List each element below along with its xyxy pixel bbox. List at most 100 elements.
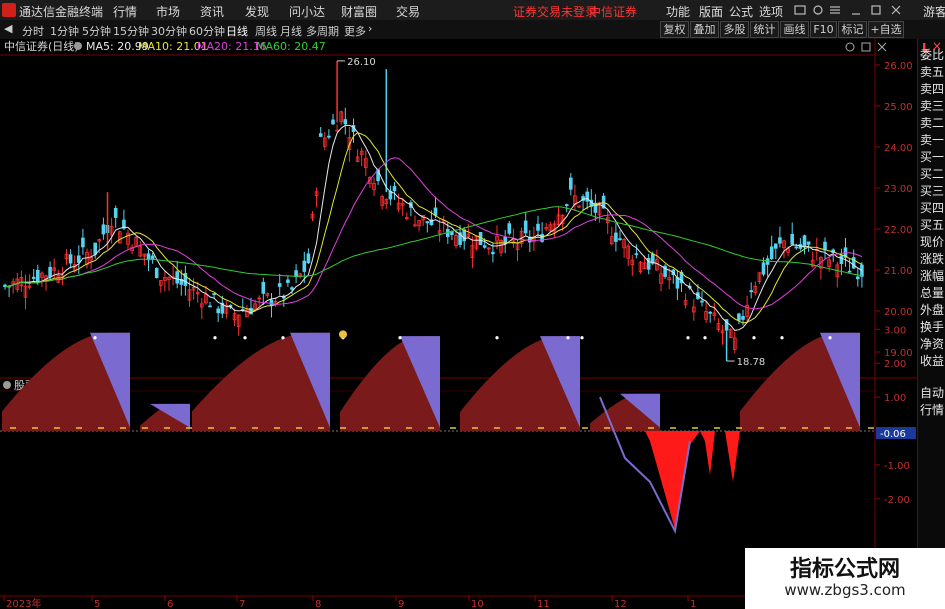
price-tick-label: 23.00 bbox=[884, 184, 913, 195]
period-tab-daily[interactable]: 日线 bbox=[226, 23, 248, 39]
period-tab-1min[interactable]: 1分钟 bbox=[50, 23, 79, 39]
sidebar-item-volume: 总量 bbox=[920, 286, 945, 300]
chevron-right-icon[interactable]: › bbox=[368, 22, 372, 35]
candle-body bbox=[482, 245, 487, 248]
current-value-label: -0.06 bbox=[880, 429, 906, 440]
candle-body bbox=[806, 241, 811, 245]
price-tick-label: 21.00 bbox=[884, 266, 913, 277]
menu-item-news[interactable]: 资讯 bbox=[200, 3, 224, 20]
candle-body bbox=[175, 271, 180, 284]
high-price-label: 26.10 bbox=[347, 57, 376, 68]
candle-body bbox=[113, 208, 118, 218]
settings-gear-icon[interactable] bbox=[74, 42, 82, 50]
price-tick-label: 24.00 bbox=[884, 143, 913, 154]
candle-body bbox=[708, 311, 712, 314]
guest-label[interactable]: 游客 bbox=[923, 3, 945, 20]
candle-body bbox=[327, 135, 331, 138]
period-tab-weekly[interactable]: 周线 bbox=[255, 23, 277, 39]
candle-body bbox=[81, 237, 85, 248]
sidebar-item-bid1: 买一 bbox=[920, 150, 945, 164]
candle-body bbox=[700, 300, 704, 303]
maximize-icon[interactable] bbox=[871, 5, 881, 15]
price-tick-label: 26.00 bbox=[884, 61, 913, 72]
sidebar-quotes[interactable]: 行情 bbox=[920, 402, 945, 418]
candle-body bbox=[507, 223, 512, 234]
candle-body bbox=[478, 232, 483, 246]
x-tick-label: 2023年 bbox=[6, 597, 41, 609]
price-tick-label: 19.00 bbox=[884, 348, 913, 359]
candle-body bbox=[216, 308, 221, 314]
candle-body bbox=[392, 186, 397, 192]
period-tab-60min[interactable]: 60分钟 bbox=[189, 23, 225, 39]
candle-body bbox=[208, 305, 212, 308]
period-tab-30min[interactable]: 30分钟 bbox=[151, 23, 187, 39]
menu-options[interactable]: 选项 bbox=[759, 3, 783, 20]
peak-dot bbox=[780, 336, 784, 340]
candle-body bbox=[778, 237, 782, 244]
candle-body bbox=[331, 119, 335, 125]
sidebar-auto[interactable]: 自动 bbox=[920, 385, 945, 401]
overlay-button[interactable]: 叠加 bbox=[690, 21, 719, 38]
statistics-button[interactable]: 统计 bbox=[750, 21, 779, 38]
candle-body bbox=[31, 276, 36, 279]
menu-item-wealth[interactable]: 财富圈 bbox=[341, 3, 377, 20]
x-tick-label: 10 bbox=[471, 599, 484, 609]
peak-dot bbox=[213, 336, 217, 340]
broker-name[interactable]: 中信证券 bbox=[589, 3, 637, 20]
watermark-title: 指标公式网 bbox=[789, 557, 900, 582]
menu-function[interactable]: 功能 bbox=[666, 3, 690, 20]
add-favorite-button[interactable]: +自选 bbox=[868, 21, 904, 38]
candle-body bbox=[823, 241, 827, 251]
sidebar-item-outer: 外盘 bbox=[920, 303, 945, 317]
adjust-button[interactable]: 复权 bbox=[660, 21, 689, 38]
candle-body bbox=[523, 220, 528, 234]
menu-item-ask[interactable]: 问小达 bbox=[289, 3, 325, 20]
period-tab-15min[interactable]: 15分钟 bbox=[113, 23, 149, 39]
mark-button[interactable]: 标记 bbox=[838, 21, 867, 38]
app-title: 通达信金融终端 bbox=[19, 5, 104, 19]
multi-stock-button[interactable]: 多股 bbox=[720, 21, 749, 38]
screen-icon[interactable] bbox=[794, 5, 806, 15]
nav-left-icon[interactable]: ◀ bbox=[4, 22, 12, 35]
menu-item-quotes[interactable]: 行情 bbox=[113, 3, 137, 20]
sidebar-item-earnings: 收益 bbox=[920, 354, 945, 368]
menu-formula[interactable]: 公式 bbox=[729, 3, 753, 20]
period-tab-5min[interactable]: 5分钟 bbox=[82, 23, 111, 39]
candle-body bbox=[491, 251, 495, 255]
sidebar-item-change-pct: 涨幅 bbox=[920, 269, 945, 283]
indicator-settings-icon[interactable] bbox=[3, 381, 11, 389]
period-tab-multi[interactable]: 多周期 bbox=[306, 23, 339, 39]
peak-dot bbox=[828, 336, 832, 340]
x-tick-label: 11 bbox=[537, 599, 550, 609]
f10-button[interactable]: F10 bbox=[810, 21, 837, 38]
candle-body bbox=[68, 254, 73, 264]
login-status[interactable]: 证券交易未登录 bbox=[513, 3, 597, 20]
candle-body bbox=[212, 293, 216, 296]
app-logo-icon bbox=[2, 3, 16, 17]
candle-body bbox=[618, 238, 622, 241]
ma60-label: MA60: 20.47 bbox=[256, 40, 326, 53]
indicator-tick-label: -2.00 bbox=[884, 495, 910, 506]
candle-body bbox=[154, 267, 159, 279]
peak-dot bbox=[703, 336, 707, 340]
help-icon[interactable] bbox=[813, 5, 823, 15]
candle-body bbox=[269, 299, 274, 307]
menu-item-discover[interactable]: 发现 bbox=[245, 3, 269, 20]
candle-body bbox=[802, 235, 807, 247]
x-tick-label: 8 bbox=[315, 599, 321, 609]
period-tab-more[interactable]: 更多 bbox=[344, 23, 366, 39]
menu-layout[interactable]: 版面 bbox=[699, 3, 723, 20]
candle-body bbox=[794, 246, 799, 249]
chart-area[interactable]: 中信证券(日线) MA5: 20.99 MA10: 21.01 MA20: 21… bbox=[0, 39, 917, 609]
candle-body bbox=[569, 177, 573, 190]
signal-star-icon bbox=[339, 330, 347, 339]
candle-body bbox=[433, 207, 438, 216]
period-tab-tick[interactable]: 分时 bbox=[22, 23, 44, 39]
peak-dot bbox=[686, 336, 690, 340]
sidebar-item-bid5: 买五 bbox=[920, 218, 945, 232]
period-tab-monthly[interactable]: 月线 bbox=[280, 23, 302, 39]
menu-item-trade[interactable]: 交易 bbox=[396, 3, 420, 20]
candle-body bbox=[77, 255, 81, 263]
draw-line-button[interactable]: 画线 bbox=[780, 21, 809, 38]
menu-item-market[interactable]: 市场 bbox=[156, 3, 180, 20]
